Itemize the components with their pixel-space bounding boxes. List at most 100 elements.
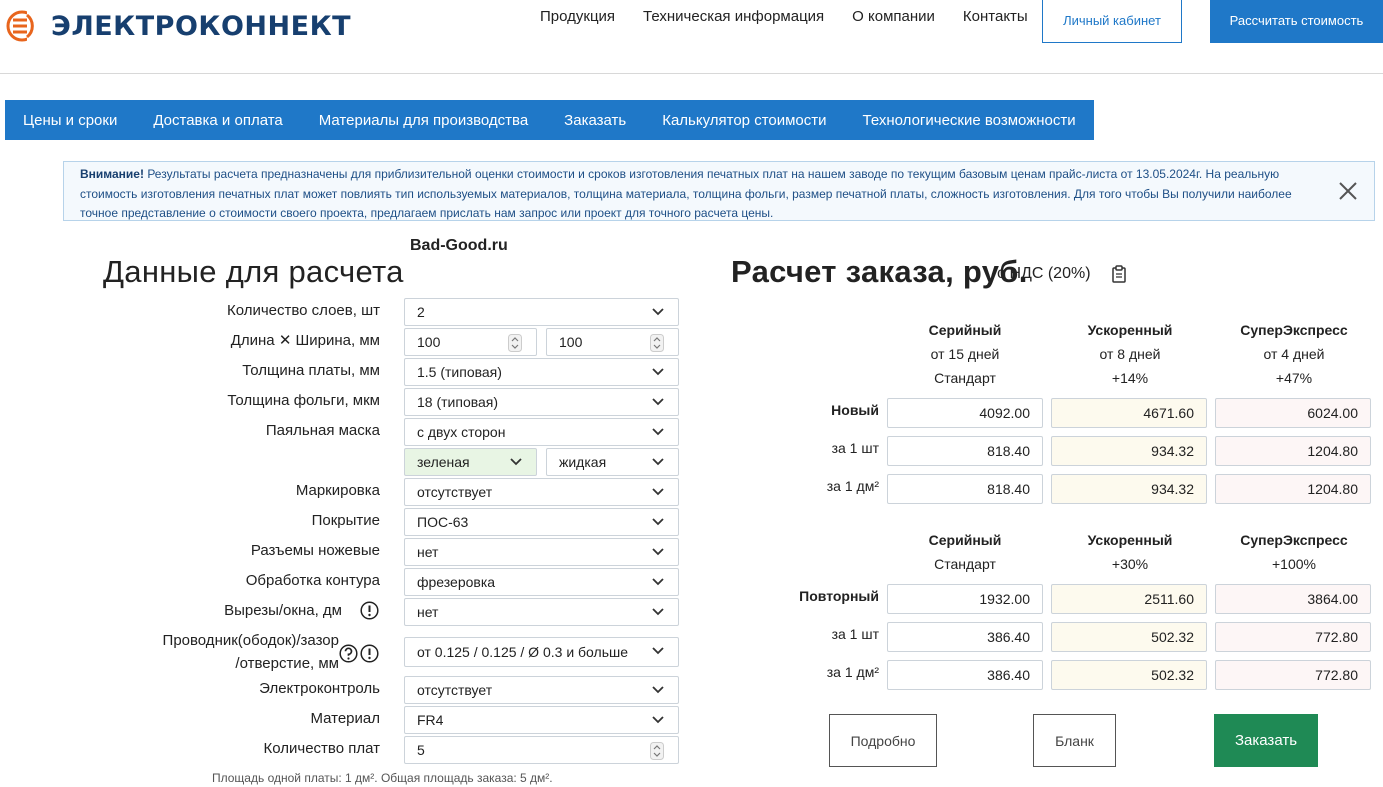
etest-value: отсутствует [417, 682, 493, 698]
price-cell: 386.40 [887, 622, 1043, 652]
col-header-serial: Серийный от 15 дней Стандарт [885, 318, 1045, 390]
chevron-down-icon [652, 716, 664, 724]
calc-title: Расчет заказа, руб. [731, 254, 1028, 289]
subnav-order[interactable]: Заказать [564, 112, 626, 129]
col-name: Серийный [928, 532, 1002, 548]
price-cell: 386.40 [887, 660, 1043, 690]
top-navigation: Продукция Техническая информация О компа… [540, 8, 1056, 26]
calculate-cost-button[interactable]: Рассчитать стоимость [1210, 0, 1383, 43]
chevron-down-icon [652, 647, 664, 655]
col-header-superexpress: СуперЭкспресс от 4 дней +47% [1214, 318, 1374, 390]
qty-input[interactable]: 5 [404, 736, 679, 764]
vat-label: с НДС (20%) [997, 265, 1091, 282]
col-extra: Стандарт [934, 370, 996, 386]
marking-select[interactable]: отсутствует [404, 478, 679, 506]
foil-label: Толщина фольги, мкм [227, 392, 380, 409]
personal-cabinet-button[interactable]: Личный кабинет [1042, 0, 1182, 43]
layers-select[interactable]: 2 [404, 298, 679, 326]
col-extra: +47% [1275, 370, 1313, 386]
col-term: от 4 дней [1263, 346, 1325, 362]
col-term: от 8 дней [1099, 346, 1161, 362]
width-input[interactable]: 100 [546, 328, 679, 356]
foil-select[interactable]: 18 (типовая) [404, 388, 679, 416]
col-name: СуперЭкспресс [1240, 322, 1348, 338]
row-label-per-dm2: за 1 дм² [826, 478, 879, 494]
mask-label: Паяльная маска [265, 422, 380, 439]
chevron-down-icon [652, 548, 664, 556]
row-label-per-piece: за 1 шт [831, 626, 879, 642]
subnav-capabilities[interactable]: Технологические возможности [863, 112, 1076, 129]
logo-mark-icon [6, 9, 39, 43]
chevron-down-icon [652, 458, 664, 466]
spinner-icon[interactable] [508, 334, 522, 352]
spinner-icon[interactable] [650, 334, 664, 352]
chevron-down-icon [652, 398, 664, 406]
watermark: Bad-Good.ru [410, 237, 508, 254]
area-footnote: Площадь одной платы: 1 дм². Общая площад… [212, 771, 553, 785]
nav-products[interactable]: Продукция [540, 8, 615, 26]
price-cell: 6024.00 [1215, 398, 1371, 428]
blank-button[interactable]: Бланк [1033, 714, 1116, 767]
warning-info-icon[interactable] [360, 601, 379, 620]
row-label-per-piece: за 1 шт [831, 440, 879, 456]
col-extra: +30% [1111, 556, 1149, 572]
price-cell: 934.32 [1051, 436, 1207, 466]
contour-select[interactable]: фрезеровка [404, 568, 679, 596]
logo-text: ЭЛЕКТРОКОННЕКТ [51, 10, 352, 42]
connectors-select[interactable]: нет [404, 538, 679, 566]
layers-value: 2 [417, 304, 425, 320]
coating-select[interactable]: ПОС-63 [404, 508, 679, 536]
col-extra: Стандарт [934, 556, 996, 572]
subnav-delivery[interactable]: Доставка и оплата [153, 112, 282, 129]
logo[interactable]: ЭЛЕКТРОКОННЕКТ [5, 9, 351, 43]
warning-info-icon[interactable] [360, 644, 379, 663]
price-cell: 818.40 [887, 474, 1043, 504]
row-label-repeat: Повторный [799, 588, 879, 604]
close-icon[interactable] [1336, 179, 1360, 203]
details-button[interactable]: Подробно [829, 714, 937, 767]
conductor-label-line1: Проводник(ободок)/зазор [162, 632, 339, 649]
spinner-icon[interactable] [650, 742, 664, 760]
chevron-down-icon [510, 458, 522, 466]
price-cell: 1204.80 [1215, 436, 1371, 466]
mask-type-select[interactable]: жидкая [546, 448, 679, 476]
question-icon[interactable] [339, 644, 358, 663]
col-header-superexpress-repeat: СуперЭкспресс +100% [1214, 528, 1374, 576]
connectors-label: Разъемы ножевые [250, 542, 380, 559]
etest-select[interactable]: отсутствует [404, 676, 679, 704]
cutouts-select[interactable]: нет [404, 598, 679, 626]
conductor-value: от 0.125 / 0.125 / Ø 0.3 и больше [417, 644, 629, 660]
etest-label: Электроконтроль [259, 680, 380, 697]
mask-sides-value: с двух сторон [417, 424, 506, 440]
mask-sides-select[interactable]: с двух сторон [404, 418, 679, 446]
clipboard-icon[interactable] [1111, 265, 1127, 283]
thickness-select[interactable]: 1.5 (типовая) [404, 358, 679, 386]
row-label-per-dm2: за 1 дм² [826, 664, 879, 680]
nav-about[interactable]: О компании [852, 8, 935, 26]
order-button[interactable]: Заказать [1214, 714, 1318, 767]
price-cell: 772.80 [1215, 660, 1371, 690]
nav-contacts[interactable]: Контакты [963, 8, 1028, 26]
conductor-select[interactable]: от 0.125 / 0.125 / Ø 0.3 и больше [404, 637, 679, 667]
width-value: 100 [559, 334, 583, 350]
chevron-down-icon [652, 488, 664, 496]
material-select[interactable]: FR4 [404, 706, 679, 734]
chevron-down-icon [652, 608, 664, 616]
marking-value: отсутствует [417, 484, 493, 500]
subnav-calculator[interactable]: Калькулятор стоимости [662, 112, 826, 129]
nav-tech-info[interactable]: Техническая информация [643, 8, 824, 26]
mask-color-select[interactable]: зеленая [404, 448, 537, 476]
subnav-materials[interactable]: Материалы для производства [319, 112, 528, 129]
col-extra: +14% [1111, 370, 1149, 386]
size-label: Длина ✕ Ширина, мм [230, 332, 380, 349]
price-cell: 2511.60 [1051, 584, 1207, 614]
layers-label: Количество слоев, шт [226, 302, 380, 319]
thickness-value: 1.5 (типовая) [417, 364, 502, 380]
foil-value: 18 (типовая) [417, 394, 499, 410]
row-label-new: Новый [831, 402, 879, 418]
length-input[interactable]: 100 [404, 328, 537, 356]
col-name: Ускоренный [1087, 322, 1173, 338]
subnav-prices[interactable]: Цены и сроки [23, 112, 117, 129]
price-cell: 502.32 [1051, 622, 1207, 652]
conductor-label-line2: /отверстие, мм [235, 655, 339, 672]
